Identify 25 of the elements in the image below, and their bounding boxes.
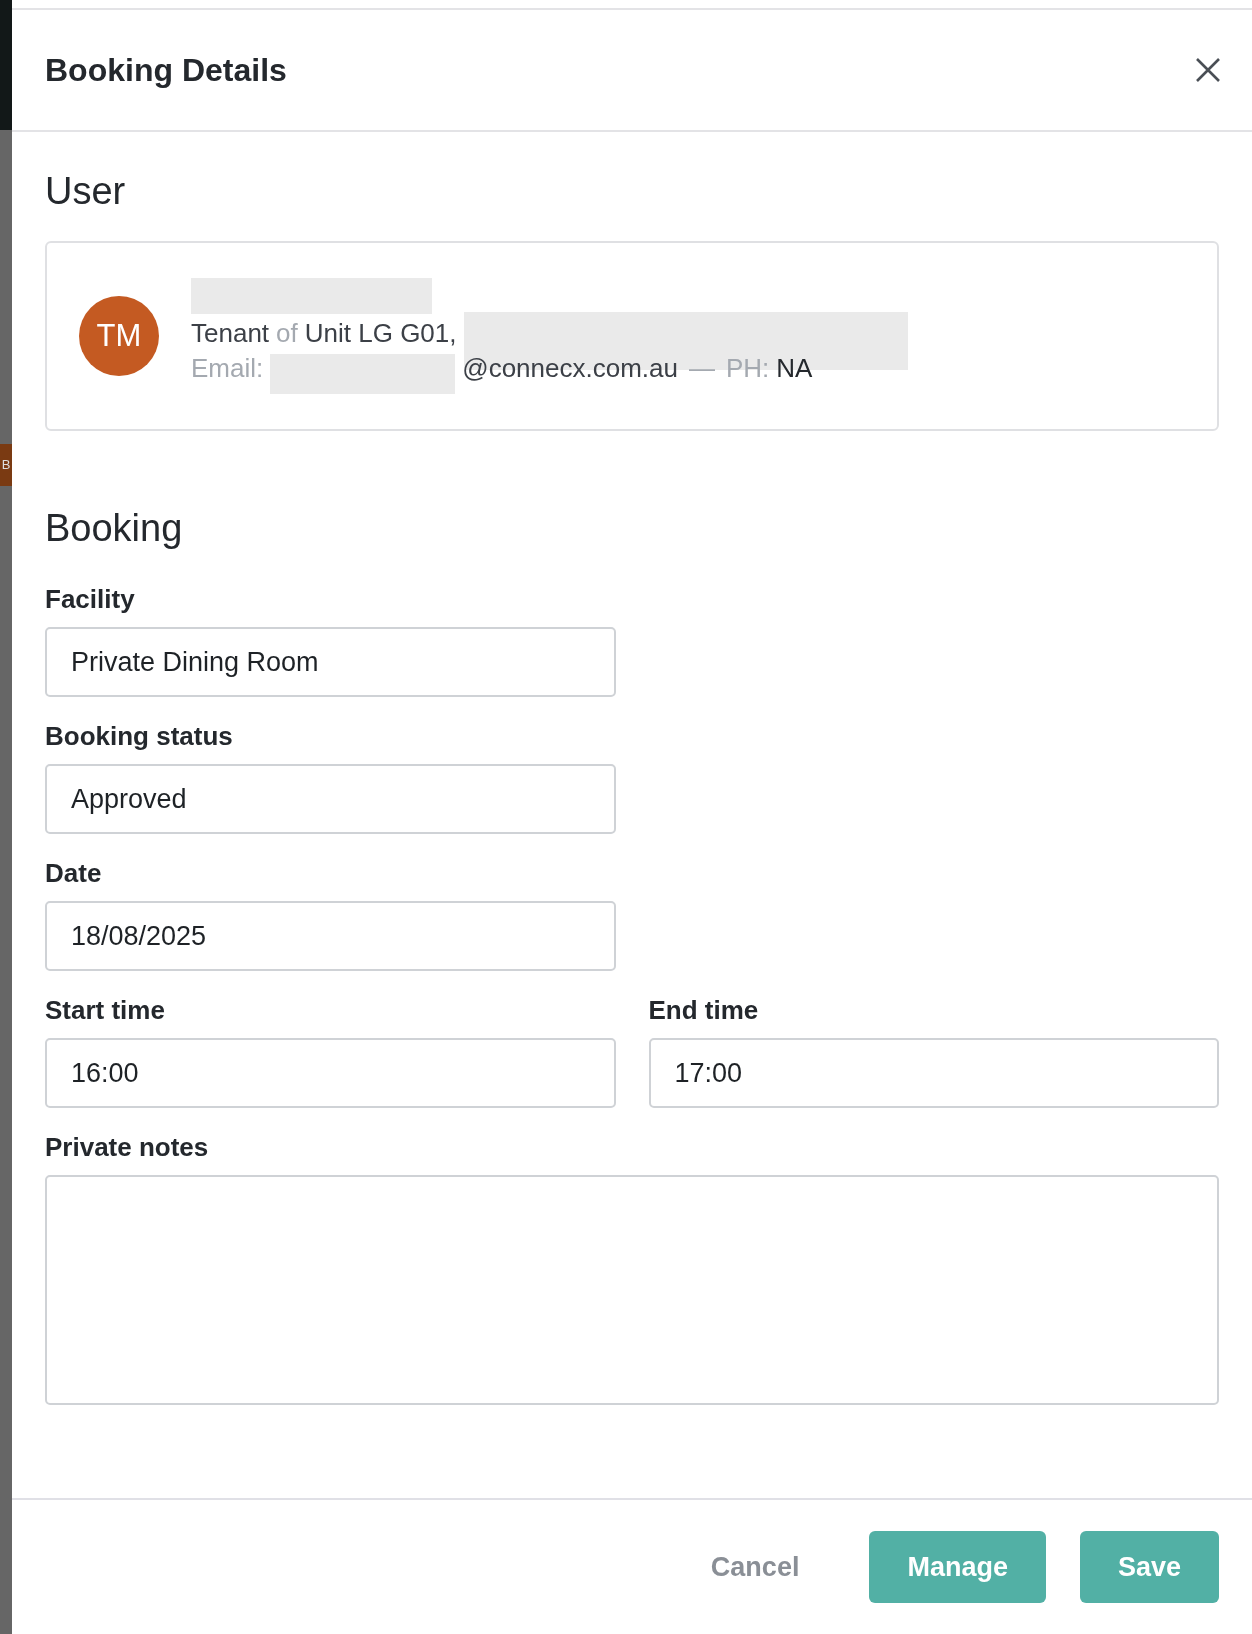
field-label: Facility <box>45 584 136 615</box>
user-role: Tenant <box>191 318 270 349</box>
field-label: End time <box>648 995 760 1026</box>
field-label: Booking status <box>45 721 234 752</box>
input-field[interactable]: 18/08/2025 <box>45 901 616 971</box>
input-field[interactable]: Private Dining Room <box>45 627 616 697</box>
notes-field[interactable] <box>45 1175 1219 1405</box>
section-heading: User <box>45 170 127 213</box>
email-label: Email: <box>191 353 264 384</box>
field-label: Start time <box>45 995 166 1026</box>
section-heading: Booking <box>45 507 184 550</box>
input-field[interactable]: Approved <box>45 764 616 834</box>
unit-text: Unit LG G01, <box>304 318 457 349</box>
connector-text: of <box>276 318 298 349</box>
close-icon[interactable] <box>1194 56 1222 84</box>
field-label: Date <box>45 858 103 889</box>
dialog-title: Booking Details <box>45 51 287 89</box>
input-field[interactable]: 16:00 <box>45 1038 616 1108</box>
phone-value: NA <box>776 353 813 384</box>
input-field[interactable]: 17:00 <box>648 1038 1219 1108</box>
phone-label: PH: <box>725 353 770 384</box>
avatar: TM <box>79 296 159 376</box>
email-domain: @connecx.com.au <box>462 353 678 384</box>
field-label: Private notes <box>45 1132 210 1163</box>
separator-text: — <box>688 353 715 384</box>
